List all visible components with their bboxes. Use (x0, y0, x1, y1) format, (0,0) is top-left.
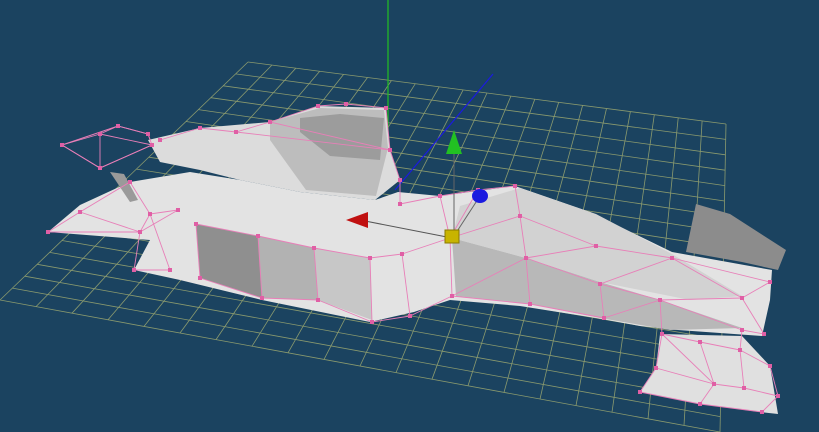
vertex-handle[interactable] (660, 332, 664, 336)
vertex-handle[interactable] (698, 340, 702, 344)
vertex-handle[interactable] (742, 386, 746, 390)
vertex-handle[interactable] (116, 124, 120, 128)
vertex-handle[interactable] (198, 276, 202, 280)
vertex-handle[interactable] (312, 246, 316, 250)
vertex-handle[interactable] (518, 214, 522, 218)
vertex-handle[interactable] (194, 222, 198, 226)
wire-edge (61, 133, 101, 146)
rear-wing[interactable] (60, 125, 153, 169)
vertex-handle[interactable] (198, 126, 202, 130)
3d-viewport[interactable] (0, 0, 819, 432)
vertex-handle[interactable] (148, 212, 152, 216)
vertex-handle[interactable] (168, 268, 172, 272)
z-axis-line (394, 73, 494, 191)
vertex-handle[interactable] (738, 348, 742, 352)
vertex-handle[interactable] (260, 296, 264, 300)
vertex-handle[interactable] (98, 132, 102, 136)
vertex-handle[interactable] (654, 366, 658, 370)
z-axis-arrow-icon[interactable] (472, 189, 488, 203)
vertex-handle[interactable] (712, 382, 716, 386)
vertex-handle[interactable] (524, 256, 528, 260)
vertex-handle[interactable] (513, 184, 517, 188)
wire-edge (99, 125, 119, 135)
vertex-handle[interactable] (268, 120, 272, 124)
vertex-handle[interactable] (368, 256, 372, 260)
y-axis-arrow-icon[interactable] (446, 130, 462, 154)
vertex-handle[interactable] (594, 244, 598, 248)
wire-edge (99, 133, 153, 146)
vertex-handle[interactable] (740, 328, 744, 332)
vertex-handle[interactable] (132, 268, 136, 272)
vertex-handle[interactable] (146, 132, 150, 136)
transform-center-handle[interactable] (444, 229, 460, 244)
vertex-handle[interactable] (658, 298, 662, 302)
vertex-handle[interactable] (598, 282, 602, 286)
vertex-handle[interactable] (776, 394, 780, 398)
vertex-handle[interactable] (768, 280, 772, 284)
vertex-handle[interactable] (528, 302, 532, 306)
vertex-handle[interactable] (408, 314, 412, 318)
vertex-handle[interactable] (398, 178, 402, 182)
vertex-handle[interactable] (256, 234, 260, 238)
vertex-handle[interactable] (344, 102, 348, 106)
wire-edge (61, 144, 101, 169)
vertex-handle[interactable] (158, 138, 162, 142)
vertex-handle[interactable] (46, 230, 50, 234)
vertex-handle[interactable] (762, 332, 766, 336)
vertex-handle[interactable] (438, 194, 442, 198)
vertex-handle[interactable] (740, 296, 744, 300)
vertex-handle[interactable] (698, 402, 702, 406)
vertex-handle[interactable] (768, 364, 772, 368)
vertex-handle[interactable] (138, 230, 142, 234)
vertex-handle[interactable] (450, 294, 454, 298)
vertex-handle[interactable] (370, 320, 374, 324)
vertex-handle[interactable] (176, 208, 180, 212)
front-wing[interactable] (640, 334, 778, 414)
vertex-handle[interactable] (400, 252, 404, 256)
vertex-handle[interactable] (316, 104, 320, 108)
vertex-handle[interactable] (78, 210, 82, 214)
vertex-handle[interactable] (150, 143, 154, 147)
wire-edge (117, 125, 149, 135)
vertex-handle[interactable] (602, 316, 606, 320)
vertex-handle[interactable] (234, 130, 238, 134)
vertex-handle[interactable] (98, 166, 102, 170)
vertex-handle[interactable] (670, 256, 674, 260)
vertex-handle[interactable] (384, 106, 388, 110)
vertex-handle[interactable] (388, 148, 392, 152)
vertex-handle[interactable] (760, 410, 764, 414)
vertex-handle[interactable] (60, 143, 64, 147)
vertex-handle[interactable] (638, 390, 642, 394)
vertex-handle[interactable] (316, 298, 320, 302)
wire-edge (99, 144, 153, 169)
wire-edge (317, 103, 347, 107)
vertex-handle[interactable] (128, 180, 132, 184)
scene-canvas[interactable] (0, 0, 819, 432)
vertex-handle[interactable] (398, 202, 402, 206)
